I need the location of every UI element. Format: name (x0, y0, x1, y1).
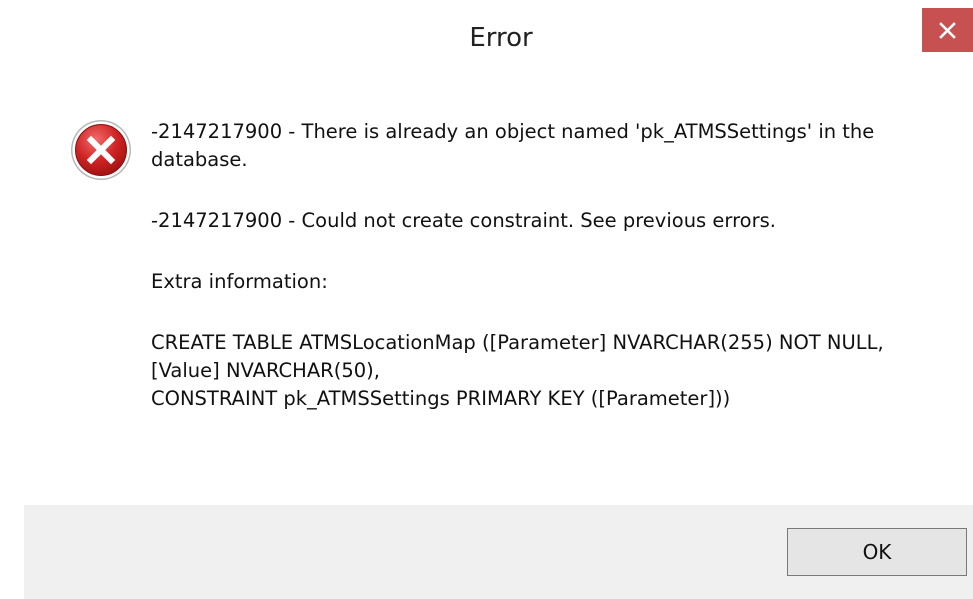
sql-line: CREATE TABLE ATMSLocationMap ([Parameter… (151, 331, 884, 354)
error-line-1: -2147217900 - There is already an object… (151, 120, 875, 171)
sql-statement: CREATE TABLE ATMSLocationMap ([Parameter… (151, 329, 931, 413)
error-line-2: -2147217900 - Could not create constrain… (151, 209, 776, 232)
error-message: -2147217900 - There is already an object… (151, 118, 931, 413)
extra-info-label: Extra information: (151, 270, 328, 293)
title-bar[interactable]: Error (0, 0, 973, 68)
dialog-title: Error (469, 23, 533, 53)
sql-line: [Value] NVARCHAR(50), (151, 359, 380, 382)
close-icon (939, 22, 956, 39)
error-icon (71, 120, 131, 180)
sql-line: CONSTRAINT pk_ATMSSettings PRIMARY KEY (… (151, 387, 731, 410)
ok-button[interactable]: OK (787, 528, 967, 576)
window-frame-left (0, 68, 24, 599)
error-dialog: Error -2147217900 - There is already an … (0, 0, 973, 599)
close-button[interactable] (922, 8, 973, 52)
